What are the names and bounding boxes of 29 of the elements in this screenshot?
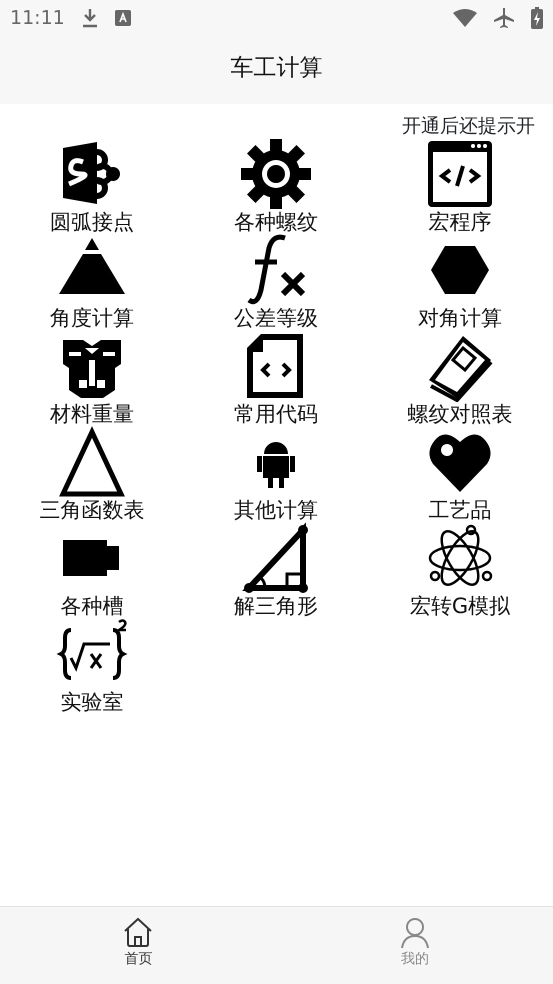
nav-tab[interactable]: 首页 <box>114 907 162 984</box>
tool-label[interactable]: 实验室 <box>60 690 124 714</box>
home-icon <box>122 917 154 949</box>
airplane-icon <box>493 7 515 29</box>
notice-text: 开通后还提示开 <box>402 114 536 138</box>
page-title: 车工计算 <box>230 55 322 81</box>
user-icon <box>398 917 431 949</box>
tool-label[interactable]: 材料重量 <box>50 402 134 426</box>
tool-label[interactable]: 其他计算 <box>234 498 318 522</box>
wifi-icon <box>453 9 477 27</box>
tool-label[interactable]: 解三角形 <box>234 594 318 618</box>
gear-icon[interactable] <box>240 138 312 210</box>
triangle-outline-icon[interactable] <box>56 426 128 498</box>
tool-label[interactable]: 公差等级 <box>234 306 318 330</box>
tool-label[interactable]: 常用代码 <box>234 402 318 426</box>
tool-label[interactable]: 各种螺纹 <box>234 210 318 234</box>
tool-label[interactable]: 宏转G模拟 <box>410 594 510 618</box>
tool-label[interactable]: 圆弧接点 <box>50 210 134 234</box>
status-time: 11:11 <box>10 6 65 31</box>
tool-label[interactable]: 各种槽 <box>60 594 124 618</box>
tool-label[interactable]: 工艺品 <box>428 498 492 522</box>
download-icon <box>80 8 99 28</box>
tool-label[interactable]: 螺纹对照表 <box>408 402 512 426</box>
keyboard-icon <box>114 10 131 26</box>
battery-icon <box>531 7 543 29</box>
tool-label[interactable]: 角度计算 <box>50 306 134 330</box>
tool-label[interactable]: 对角计算 <box>418 306 502 330</box>
tool-label[interactable]: 宏程序 <box>428 210 492 234</box>
tool-label[interactable]: 三角函数表 <box>40 498 144 522</box>
